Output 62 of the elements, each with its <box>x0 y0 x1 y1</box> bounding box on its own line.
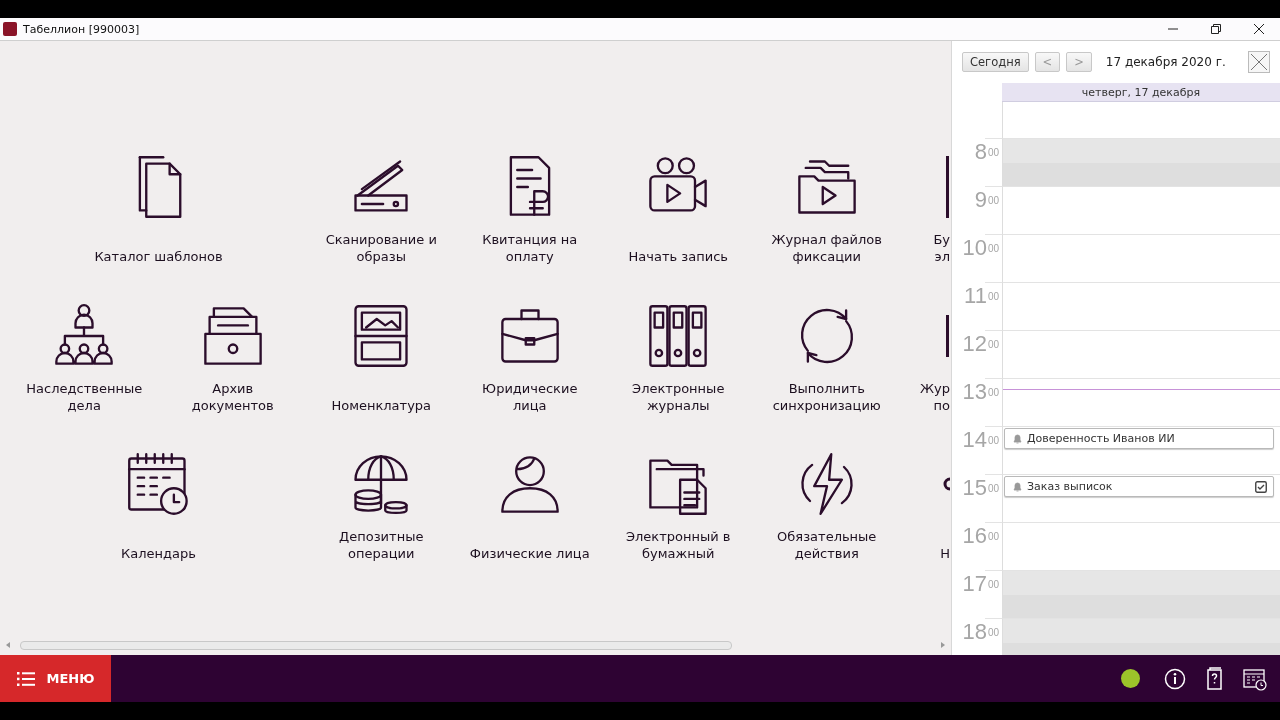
today-button[interactable]: Сегодня <box>962 52 1029 72</box>
tile-label[interactable]: Электронный в бумажный <box>626 528 731 562</box>
tile-label[interactable]: Н <box>940 545 950 562</box>
bell-icon <box>1013 433 1022 444</box>
hour-label: 18$^{00}$ <box>962 620 999 644</box>
tile-label[interactable]: Бу эл <box>933 231 950 265</box>
hour-slot[interactable] <box>1002 522 1280 570</box>
bell-icon <box>1013 481 1022 492</box>
hour-slot[interactable]: Заказ выписок <box>1002 474 1280 522</box>
hour-label: 8$^{00}$ <box>974 140 999 164</box>
restore-icon <box>1210 24 1221 34</box>
tile-label[interactable]: Обязательные действия <box>777 528 877 562</box>
scroll-left-icon[interactable] <box>6 642 10 648</box>
tile-label[interactable]: Сканирование и образы <box>325 231 437 265</box>
hour-slot[interactable] <box>1002 282 1280 330</box>
hour-label: 12$^{00}$ <box>962 332 999 356</box>
tile-label[interactable]: Юридические лица <box>482 379 578 414</box>
hour-label: 16$^{00}$ <box>962 524 999 548</box>
tile-label[interactable]: Жур по <box>920 379 950 414</box>
tile-label[interactable]: Календарь <box>121 545 196 562</box>
menu-button[interactable]: МЕНЮ <box>0 655 111 702</box>
calendar-date: 17 декабря 2020 г. <box>1105 55 1227 69</box>
app-logo-icon <box>3 22 17 36</box>
calendar-event[interactable]: Доверенность Иванов ИИ <box>1004 428 1274 449</box>
partial-icon <box>943 477 950 491</box>
tile-label[interactable]: Электронные журналы <box>632 379 725 414</box>
scrollbar-thumb[interactable] <box>20 641 732 650</box>
hour-slot[interactable] <box>1002 234 1280 282</box>
hour-label: 9$^{00}$ <box>974 188 999 212</box>
tile-label[interactable]: Депозитные операции <box>339 528 424 562</box>
tile-label[interactable]: Начать запись <box>628 248 728 265</box>
tile-label[interactable]: Наследственные дела <box>26 379 143 414</box>
status-indicator <box>1121 669 1140 688</box>
tile-label[interactable]: Номенклатура <box>331 396 432 414</box>
menu-icon <box>16 671 35 686</box>
hour-label: 15$^{00}$ <box>962 476 999 500</box>
close-icon <box>1253 24 1264 34</box>
hour-label: 10$^{00}$ <box>962 236 999 260</box>
window-title: Табеллион [990003] <box>23 22 141 36</box>
checkbox-icon[interactable] <box>1255 480 1267 493</box>
tile-label[interactable]: Журнал файлов фиксации <box>771 231 882 265</box>
hour-slot[interactable]: Доверенность Иванов ИИ <box>1002 426 1280 474</box>
hour-label: 14$^{00}$ <box>962 428 999 452</box>
close-calendar-button[interactable] <box>1248 51 1270 73</box>
tile-label[interactable]: Физические лица <box>469 545 590 562</box>
event-title: Доверенность Иванов ИИ <box>1027 432 1176 445</box>
event-title: Заказ выписок <box>1027 480 1114 493</box>
tile-label[interactable]: Архив документов <box>191 379 274 414</box>
hour-slot[interactable] <box>1002 330 1280 378</box>
hour-slot[interactable] <box>1002 378 1280 426</box>
tile-label[interactable]: Каталог шаблонов <box>94 248 223 265</box>
hour-label: 13$^{00}$ <box>962 380 999 404</box>
tile-label[interactable]: Квитанция на оплату <box>482 231 578 265</box>
hour-slot[interactable] <box>1002 186 1280 234</box>
day-header: четверг, 17 декабря <box>1002 83 1280 102</box>
calendar-event[interactable]: Заказ выписок <box>1004 476 1274 497</box>
tile-label[interactable]: Выполнить синхронизацию <box>772 379 881 414</box>
scroll-right-icon[interactable] <box>941 642 945 648</box>
hour-label: 11$^{00}$ <box>964 284 999 308</box>
partial-icon <box>945 156 950 218</box>
hour-label: 17$^{00}$ <box>962 572 999 596</box>
partial-icon <box>945 314 950 357</box>
